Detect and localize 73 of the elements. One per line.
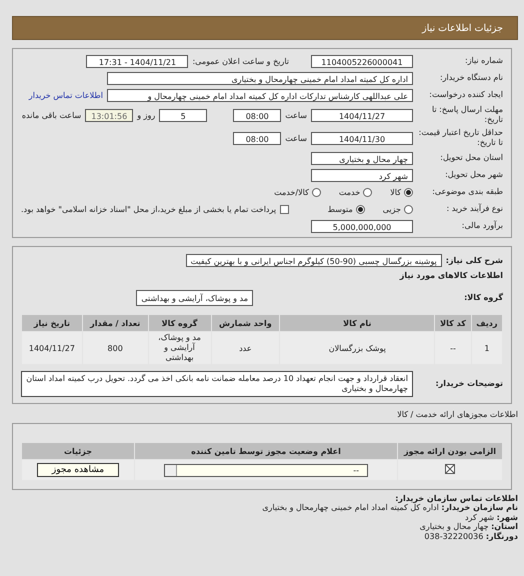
field-label: برآورد مالی: — [460, 221, 503, 231]
table-cell: 1404/11/27 — [22, 332, 82, 364]
field-label: شهر محل تحویل: — [444, 170, 503, 180]
field-label: روز و — [137, 110, 156, 120]
section-heading: اطلاعات کالاهای مورد نیاز — [398, 271, 503, 280]
need-number-field: 1104005226000041 — [311, 54, 413, 68]
table-cell: -- — [434, 332, 472, 364]
radio-label: خدمت — [338, 188, 360, 196]
contact-heading: اطلاعات تماس سازمان خریدار: — [394, 494, 518, 504]
table-cell: 800 — [82, 332, 148, 364]
field-label: ساعت — [285, 110, 307, 120]
field-label: ساعت باقی مانده — [22, 110, 82, 120]
validity-time-field: 08:00 — [233, 132, 282, 144]
validity-date-field: 1404/11/30 — [311, 132, 413, 144]
column-header: الزامی بودن ارائه مجوز — [398, 442, 502, 460]
creator-field: علی عبداللهی کارشناس تدارکات اداره کل کمیته امداد امام خمینی چهارمحال و — [107, 88, 413, 102]
field-label: تاریخ و ساعت اعلان عمومی: — [192, 56, 289, 66]
contact-line: نام سازمان خریدار: اداره کل کمیته امداد امام خمینی چهارمحال و بختیاری — [261, 503, 518, 513]
section-heading: اطلاعات مجوزهای ارائه خدمت / کالا — [396, 410, 518, 419]
field-label: شرح کلی نیاز: — [446, 256, 503, 264]
days-field: 5 — [159, 108, 208, 122]
radio-button[interactable] — [363, 188, 372, 196]
table-cell: 1 — [471, 332, 502, 364]
field-label: گروه کالا: — [463, 293, 503, 303]
radio-button[interactable] — [404, 204, 413, 214]
page-header: جزئیات اطلاعات نیاز — [12, 16, 518, 40]
radio-label: کالا/خدمت — [274, 188, 309, 196]
buyer-notes-field: انعقاد قرارداد و جهت انجام تعهداد 10 درصد معامله ضمانت نامه بانکی اخذ می گردد. تحویل درب کمیته امداد استان چهارمحال و بختیاری — [21, 371, 413, 397]
field-label: توضیحات خریدار: — [434, 379, 503, 389]
column-header: واحد شمارش — [211, 314, 280, 332]
column-header: نام کالا — [280, 314, 435, 332]
table-cell: پوشک بزرگسالان — [280, 332, 435, 364]
goods-group-field: مد و پوشاک، آرایشی و بهداشتی — [136, 290, 253, 306]
deadline-date-field: 1404/11/27 — [311, 108, 413, 122]
budget-field: 5,000,000,000 — [311, 220, 413, 232]
field-label: ساعت — [285, 134, 307, 142]
field-label: طبقه بندی موضوعی: — [431, 187, 503, 197]
contact-line: استان: چهار محال و بختیاری — [418, 522, 518, 532]
column-header: گروه کالا — [148, 314, 212, 332]
column-header: جزئیات — [22, 442, 134, 460]
field-label: استان محل تحویل: — [439, 153, 503, 163]
buyer-contact-link[interactable]: اطلاعات تماس خریدار — [28, 90, 103, 100]
field-label: نوع فرآیند خرید : — [445, 204, 503, 214]
buyer-field: اداره کل کمیته امداد امام خمینی چهارمحال و بختیاری — [107, 72, 413, 84]
radio-label: جزیی — [382, 204, 401, 214]
checkbox[interactable] — [280, 204, 290, 214]
description-field: پوشینه بزرگسال چسبی (90-50) کیلوگرم اجناس ایرانی و با بهترین کیفیت — [186, 254, 442, 266]
column-header: ردیف — [471, 314, 502, 332]
column-header: تعداد / مقدار — [82, 314, 148, 332]
city-field: شهر کرد — [311, 168, 413, 182]
remaining-time-field: 13:01:56 — [85, 108, 134, 122]
radio-button[interactable] — [404, 188, 413, 196]
column-header: کد کالا — [434, 314, 472, 332]
table-cell: مد و پوشاک، آرایشی و بهداشتی — [148, 332, 212, 364]
column-header: اعلام وضعیت مجوز توسط تامین کننده — [134, 442, 398, 460]
field-label: مهلت ارسال پاسخ: تا تاریخ: — [430, 105, 503, 125]
radio-label: کالا — [390, 188, 401, 196]
contact-line: شهر: شهر کرد — [464, 512, 518, 522]
field-label: ایجاد کننده درخواست: — [428, 90, 503, 100]
column-header: تاریخ نیاز — [22, 314, 82, 332]
table-cell: عدد — [211, 332, 280, 364]
field-label: شماره نیاز: — [464, 56, 503, 66]
province-field: چهار محال و بختیاری — [311, 152, 413, 164]
status-select[interactable]: -- — [164, 464, 368, 476]
announce-date-field: 1404/11/21 - 17:31 — [86, 54, 188, 68]
radio-button[interactable] — [356, 204, 365, 214]
deadline-time-field: 08:00 — [233, 108, 282, 122]
radio-label: متوسط — [328, 204, 353, 214]
view-license-button[interactable]: مشاهده مجوز — [37, 463, 119, 477]
checkbox-label: پرداخت تمام یا بخشی از مبلغ خرید،از محل "اسناد خزانه اسلامی" خواهد بود. — [21, 204, 276, 214]
field-label: نام دستگاه خریدار: — [439, 73, 503, 83]
field-label: حداقل تاریخ اعتبار قیمت: تا تاریخ: — [418, 128, 503, 148]
radio-button[interactable] — [312, 188, 321, 196]
